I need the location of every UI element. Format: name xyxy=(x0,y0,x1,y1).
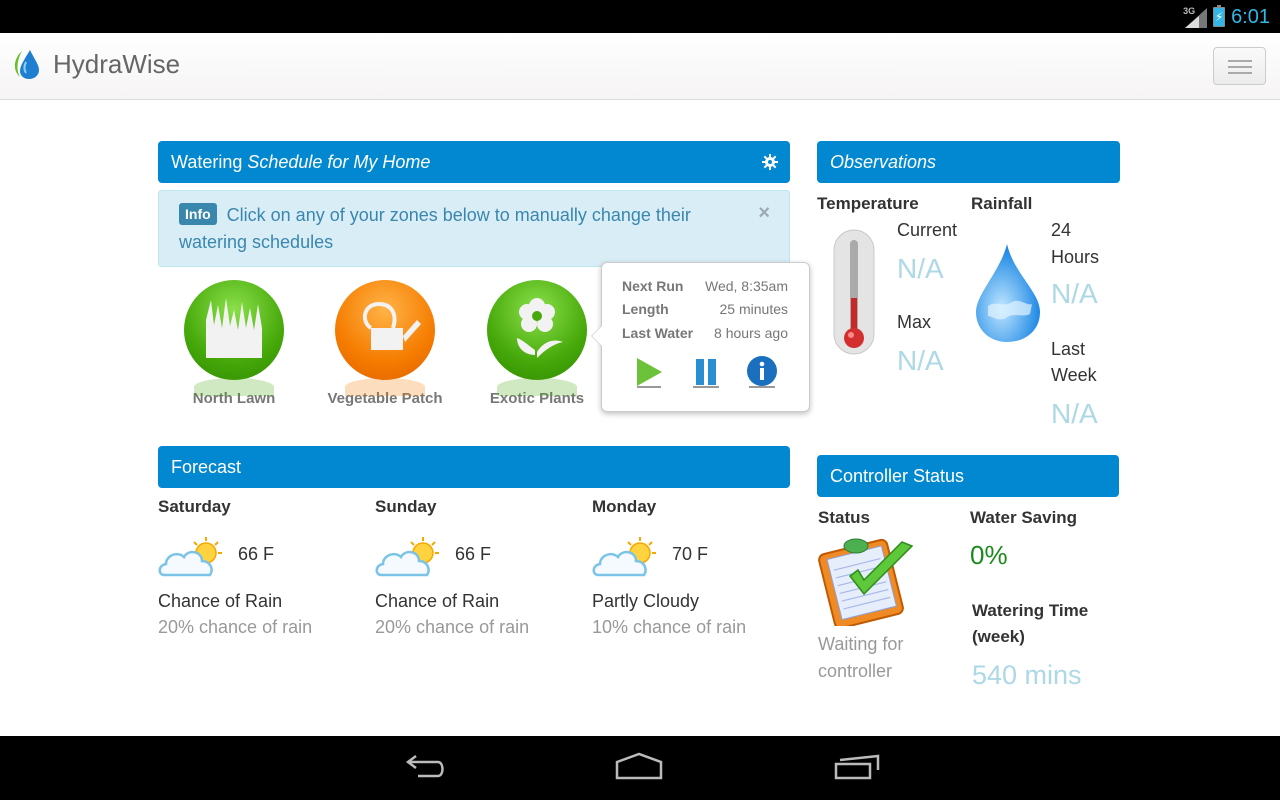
popover-key: Next Run xyxy=(622,278,684,294)
rain-week-value: N/A xyxy=(1051,398,1098,429)
current-temp-value: N/A xyxy=(897,253,944,284)
battery-charging-icon: ⚡ xyxy=(1213,5,1226,27)
forecast-rain-chance: 10% chance of rain xyxy=(592,617,747,637)
forecast-day: Sunday 66 F Chance of Rain 20% chance of… xyxy=(375,497,585,637)
rain-24h-value: N/A xyxy=(1051,278,1098,309)
popover-value: Wed, 8:35am xyxy=(704,278,788,294)
max-temp-value: N/A xyxy=(897,345,944,376)
zone-vegetable-patch[interactable]: Vegetable Patch xyxy=(310,280,460,407)
recent-apps-button[interactable] xyxy=(832,752,882,784)
forecast-condition: Chance of Rain xyxy=(158,591,283,611)
schedule-title-italic: Schedule for My Home xyxy=(247,151,431,172)
zone-reflection xyxy=(497,378,577,396)
zone-details-popover: Next Run Wed, 8:35am Length 25 minutes Las… xyxy=(591,262,810,412)
max-temp-label: Max xyxy=(897,312,932,332)
popover-arrow xyxy=(591,325,602,347)
observations-panel-header: Observations xyxy=(817,141,1120,183)
status-text-line-1: Waiting for xyxy=(818,634,904,654)
water-saving-value: 0% xyxy=(970,540,1008,570)
hamburger-menu-icon xyxy=(1228,60,1252,62)
temperature-heading: Temperature xyxy=(817,194,919,213)
play-icon xyxy=(637,358,662,388)
forecast-temp: 70 F xyxy=(672,544,709,564)
info-badge: Info xyxy=(179,203,217,225)
popover-key: Length xyxy=(622,301,669,317)
status-heading: Status xyxy=(818,508,870,527)
app-header: HydraWise xyxy=(0,33,1280,100)
rain-week-label-1: Last xyxy=(1051,339,1086,359)
water-saving-heading: Water Saving xyxy=(970,508,1078,527)
watering-time-heading-1: Watering Time xyxy=(972,601,1089,620)
play-button[interactable] xyxy=(632,355,666,389)
popover-key: Last Water xyxy=(622,325,694,341)
system-status-bar: 3G ⚡ 6:01 xyxy=(0,0,1280,33)
hamburger-line xyxy=(1228,72,1252,74)
forecast-day-name: Saturday xyxy=(158,497,231,516)
thermometer-icon xyxy=(833,229,875,355)
signal-icon: 3G xyxy=(1183,6,1208,28)
popover-value: 8 hours ago xyxy=(714,325,788,341)
forecast-condition: Partly Cloudy xyxy=(592,591,700,611)
home-button[interactable] xyxy=(614,752,664,784)
watering-time-value: 540 mins xyxy=(972,660,1082,690)
forecast-day-name: Monday xyxy=(592,497,657,516)
flower-icon xyxy=(487,280,587,380)
gear-icon[interactable] xyxy=(762,154,778,170)
forecast-temp: 66 F xyxy=(455,544,492,564)
checklist-icon xyxy=(818,538,914,626)
rain-drop-globe-icon xyxy=(976,244,1040,342)
popover-value: 25 minutes xyxy=(719,301,788,317)
back-button[interactable] xyxy=(398,752,448,784)
popover-row-last-water: Last Water 8 hours ago xyxy=(622,325,788,341)
pause-icon xyxy=(692,359,719,388)
popover-row-next-run: Next Run Wed, 8:35am xyxy=(622,278,788,294)
schedule-title-plain: Watering xyxy=(171,151,248,172)
info-alert: Info Click on any of your zones below to … xyxy=(158,190,790,267)
forecast-temp: 66 F xyxy=(238,544,275,564)
controller-panel-header: Controller Status xyxy=(817,455,1119,497)
rainfall-heading: Rainfall xyxy=(971,194,1033,213)
app-title: HydraWise xyxy=(53,49,181,79)
status-text-line-2: controller xyxy=(818,661,893,681)
pause-button[interactable] xyxy=(689,355,723,389)
water-drop-leaf-icon xyxy=(14,50,39,79)
forecast-title: Forecast xyxy=(171,456,242,477)
zone-north-lawn[interactable]: North Lawn xyxy=(159,280,309,407)
close-icon[interactable]: × xyxy=(758,200,770,227)
partly-cloudy-icon xyxy=(592,537,656,577)
observations-title: Observations xyxy=(830,151,937,172)
partly-cloudy-icon xyxy=(158,537,222,577)
partly-cloudy-icon xyxy=(375,537,439,577)
back-icon xyxy=(405,755,444,778)
info-button[interactable] xyxy=(745,355,779,389)
rain-week-label-2: Week xyxy=(1051,365,1097,385)
recent-apps-icon xyxy=(834,754,880,780)
info-icon xyxy=(747,356,777,388)
current-temp-label: Current xyxy=(897,220,958,240)
clock: 6:01 xyxy=(1231,5,1270,28)
popover-row-length: Length 25 minutes xyxy=(622,301,788,317)
forecast-rain-chance: 20% chance of rain xyxy=(158,617,313,637)
system-navigation-bar xyxy=(0,736,1280,800)
rain-24h-label-2: Hours xyxy=(1051,247,1100,267)
forecast-rain-chance: 20% chance of rain xyxy=(375,617,530,637)
controller-title: Controller Status xyxy=(830,465,965,486)
zone-exotic-plants[interactable]: Exotic Plants xyxy=(462,280,612,407)
rain-24h-label-1: 24 xyxy=(1051,220,1072,240)
hamburger-line xyxy=(1228,66,1252,68)
zone-reflection xyxy=(194,378,274,396)
menu-button[interactable] xyxy=(1213,47,1266,85)
zone-reflection xyxy=(345,378,425,396)
home-icon xyxy=(615,752,663,780)
forecast-day: Monday 70 F Partly Cloudy 10% chance of … xyxy=(592,497,802,637)
forecast-day-name: Sunday xyxy=(375,497,437,516)
forecast-condition: Chance of Rain xyxy=(375,591,500,611)
forecast-day: Saturday 66 F Chance of Rain 20% chance … xyxy=(158,497,368,637)
schedule-panel-header: Watering Schedule for My Home xyxy=(158,141,790,183)
watering-can-icon xyxy=(335,280,435,380)
watering-time-heading-2: (week) xyxy=(972,627,1025,646)
forecast-panel-header: Forecast xyxy=(158,446,790,488)
grass-icon xyxy=(184,280,284,380)
info-message: Click on any of your zones below to manu… xyxy=(179,205,691,252)
